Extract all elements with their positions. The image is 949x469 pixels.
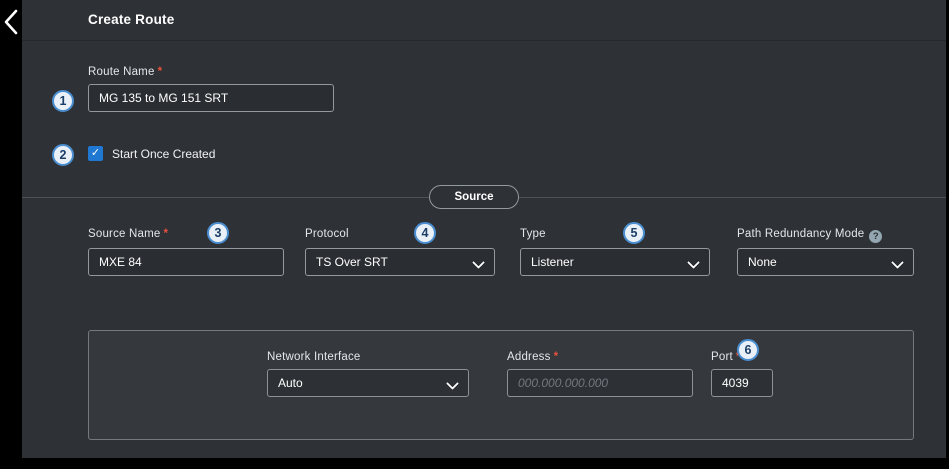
annotation-4: 4 — [414, 222, 436, 244]
route-name-input[interactable] — [88, 84, 334, 112]
annotation-6: 6 — [737, 339, 759, 361]
protocol-label: Protocol — [305, 228, 349, 240]
annotation-1: 1 — [52, 90, 74, 112]
required-asterisk: * — [158, 66, 163, 78]
source-section-label: Source — [455, 191, 494, 203]
source-name-input[interactable] — [88, 248, 284, 276]
annotation-3: 3 — [207, 222, 229, 244]
listener-settings-panel: Network Interface Address* Port* Auto — [88, 330, 914, 440]
start-once-created-checkbox[interactable]: ✓ — [88, 146, 103, 161]
route-name-label-text: Route Name — [88, 66, 155, 78]
protocol-dropdown[interactable]: TS Over SRT — [305, 248, 495, 276]
page-title: Create Route — [88, 12, 174, 27]
route-name-label: Route Name* — [88, 66, 162, 78]
back-button[interactable] — [1, 6, 21, 38]
annotation-2: 2 — [52, 144, 74, 166]
chevron-down-icon — [687, 256, 700, 269]
path-redundancy-value: None — [748, 255, 777, 269]
chevron-left-icon — [3, 9, 19, 35]
address-input[interactable] — [507, 369, 693, 397]
chevron-down-icon — [891, 256, 904, 269]
protocol-value: TS Over SRT — [316, 255, 388, 269]
annotation-5: 5 — [623, 222, 645, 244]
create-route-page: Create Route Route Name* ✓ Start Once Cr… — [22, 0, 946, 458]
type-label: Type — [520, 228, 546, 240]
header-divider — [22, 40, 946, 41]
chevron-down-icon — [472, 256, 485, 269]
chevron-down-icon — [446, 377, 459, 390]
path-redundancy-label: Path Redundancy Mode? — [737, 228, 882, 243]
check-icon: ✓ — [91, 148, 100, 159]
port-input[interactable] — [711, 369, 773, 397]
network-interface-dropdown[interactable]: Auto — [267, 369, 469, 397]
required-asterisk: * — [164, 228, 169, 240]
path-redundancy-dropdown[interactable]: None — [737, 248, 914, 276]
type-value: Listener — [531, 255, 574, 269]
source-section-tab: Source — [429, 185, 519, 209]
type-dropdown[interactable]: Listener — [520, 248, 710, 276]
port-label-text: Port — [711, 351, 733, 363]
address-label-text: Address — [507, 351, 551, 363]
network-interface-value: Auto — [278, 376, 303, 390]
address-label: Address* — [507, 351, 558, 363]
source-name-label: Source Name* — [88, 228, 168, 240]
start-once-created-label: Start Once Created — [112, 147, 215, 161]
help-icon[interactable]: ? — [869, 230, 882, 243]
source-name-label-text: Source Name — [88, 228, 161, 240]
network-interface-label: Network Interface — [267, 351, 361, 363]
path-redundancy-label-text: Path Redundancy Mode — [737, 228, 864, 240]
port-label: Port* — [711, 351, 741, 363]
required-asterisk: * — [554, 351, 559, 363]
